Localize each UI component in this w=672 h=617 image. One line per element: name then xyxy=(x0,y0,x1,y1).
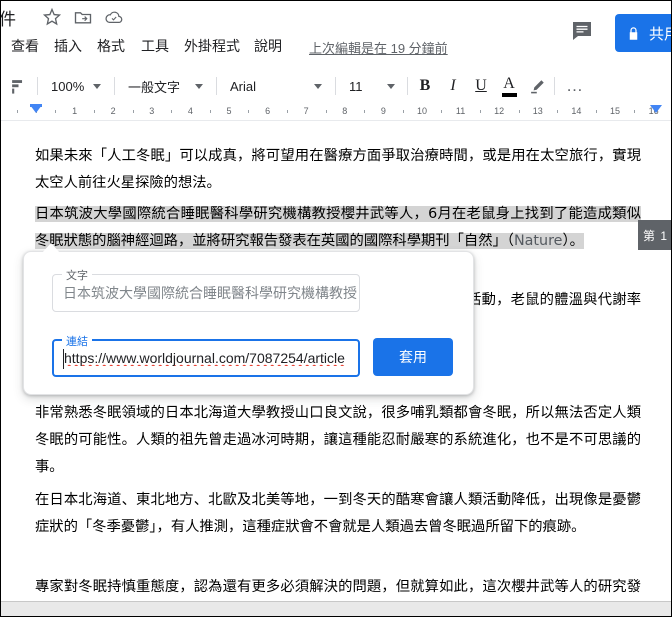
italic-label: I xyxy=(450,77,456,94)
ruler-number: 6 xyxy=(265,106,271,116)
ruler-tick xyxy=(634,110,636,113)
menu-bar: 查看 插入 格式 工具 外掛程式 說明 上次編輯是在 19 分鐘前 xyxy=(1,35,671,61)
move-to-folder-icon[interactable] xyxy=(73,7,93,27)
ruler-tick xyxy=(441,110,443,113)
formatting-toolbar: 100% 一般文字 Arial 11 B I U A … xyxy=(1,69,671,103)
paragraph-6[interactable]: 專家對冬眠持慎重態度，認為還有更多必須解決的問題，但就算如此，這次櫻井武等人的研… xyxy=(35,574,641,601)
font-size-value: 11 xyxy=(349,78,363,94)
ruler-number: 3 xyxy=(149,106,155,116)
ruler-number: 12 xyxy=(494,106,505,116)
ruler-number: 15 xyxy=(609,106,621,116)
ruler-tick xyxy=(518,110,520,113)
bold-label: B xyxy=(419,77,431,94)
paragraph-style-value: 一般文字 xyxy=(128,79,181,95)
ruler-number: 14 xyxy=(571,106,582,116)
ruler-number: 4 xyxy=(187,106,193,116)
paragraph-style-selector[interactable]: 一般文字 xyxy=(122,69,209,103)
underline-button[interactable]: U xyxy=(469,69,493,103)
paragraph-2-link-nature[interactable]: Nature xyxy=(513,233,563,250)
paint-format-icon[interactable] xyxy=(5,69,31,103)
text-color-button[interactable]: A xyxy=(497,69,521,103)
underline-label: U xyxy=(475,77,487,94)
ruler-tick xyxy=(364,110,366,113)
menu-item-help[interactable]: 說明 xyxy=(254,36,282,56)
ruler-tick xyxy=(171,110,173,113)
toolbar-divider xyxy=(554,77,555,95)
ruler-number: 5 xyxy=(226,106,232,116)
highlight-pen-icon[interactable] xyxy=(525,69,549,103)
star-icon[interactable] xyxy=(42,7,62,27)
zoom-selector[interactable]: 100% xyxy=(45,69,107,103)
chevron-down-icon xyxy=(387,83,395,89)
ruler-number: 2 xyxy=(110,106,116,116)
menu-item-insert[interactable]: 插入 xyxy=(54,36,82,56)
ruler-number: 7 xyxy=(303,106,309,116)
ruler-tick xyxy=(286,110,288,113)
link-url-field-label: 連結 xyxy=(62,333,92,349)
apply-button[interactable]: 套用 xyxy=(373,338,453,376)
ruler-number: 8 xyxy=(342,106,348,116)
chevron-down-icon xyxy=(93,83,101,89)
link-text-field[interactable]: 文字 日本筑波大學國際統合睡眠醫科學研究機構教授 xyxy=(52,267,360,312)
more-options-button[interactable]: … xyxy=(562,69,588,103)
font-family-selector[interactable]: Arial xyxy=(224,69,328,103)
toolbar-divider xyxy=(216,77,217,95)
ruler-tick xyxy=(557,110,559,113)
paragraph-2-text-b: ）。 xyxy=(562,233,584,250)
menu-item-addons[interactable]: 外掛程式 xyxy=(184,36,240,56)
google-docs-window: 件 共 查看 插入 格式 工具 外掛程式 說明 上次編輯是在 19 分鐘前 10… xyxy=(0,0,672,617)
link-url-field-value: https://www.worldjournal.com/7087254/art… xyxy=(64,350,345,366)
toolbar-divider xyxy=(407,77,408,95)
ruler-number: 11 xyxy=(455,106,466,116)
ruler[interactable]: 1 2 3 4 5 6 7 8 9 10 11 12 13 14 15 16 xyxy=(1,103,671,121)
left-indent-bar xyxy=(30,104,42,107)
ruler-number: 1 xyxy=(72,106,78,116)
ruler-tick xyxy=(325,110,327,113)
bold-button[interactable]: B xyxy=(413,69,437,103)
ruler-tick xyxy=(479,110,481,113)
toolbar-divider xyxy=(37,77,38,95)
font-size-selector[interactable]: 11 xyxy=(343,69,401,103)
font-family-value: Arial xyxy=(230,78,257,94)
menu-item-tools[interactable]: 工具 xyxy=(141,36,169,56)
italic-button[interactable]: I xyxy=(441,69,465,103)
ruler-number: 9 xyxy=(380,106,386,116)
link-text-field-value: 日本筑波大學國際統合睡眠醫科學研究機構教授 xyxy=(63,286,357,302)
paragraph-4[interactable]: 非常熟悉冬眠領域的日本北海道大學教授山口良文說，很多哺乳類都會冬眠，所以無法否定… xyxy=(35,400,641,481)
last-edit-link[interactable]: 上次編輯是在 19 分鐘前 xyxy=(309,38,448,57)
toolbar-divider xyxy=(335,77,336,95)
ruler-tick xyxy=(248,110,250,113)
ruler-tick xyxy=(402,110,404,113)
right-indent-marker[interactable] xyxy=(650,105,662,113)
text-color-label: A xyxy=(503,74,515,92)
status-bar xyxy=(1,601,671,616)
document-title[interactable]: 件 xyxy=(1,5,16,30)
paragraph-1[interactable]: 如果未來「人工冬眠」可以成真，將可望用在醫療方面爭取治療時間，或是用在太空旅行，… xyxy=(35,143,641,197)
ruler-tick xyxy=(595,110,597,113)
text-color-swatch xyxy=(501,92,517,97)
ruler-tick xyxy=(132,110,134,113)
paragraph-2-selected[interactable]: 日本筑波大學國際統合睡眠醫科學研究機構教授櫻井武等人，6月在老鼠身上找到了能造成… xyxy=(35,201,641,255)
link-text-field-label: 文字 xyxy=(62,267,92,283)
paragraph-5[interactable]: 在日本北海道、東北地方、北歐及北美等地，一到冬天的酷寒會讓人類活動降低，出現像是… xyxy=(35,487,641,541)
page-number-badge: 第 1 xyxy=(638,220,671,250)
title-bar: 件 共 xyxy=(1,1,671,52)
toolbar-divider xyxy=(114,77,115,95)
chevron-down-icon xyxy=(314,83,322,89)
zoom-value: 100% xyxy=(51,78,85,94)
link-url-field[interactable]: 連結 https://www.worldjournal.com/7087254/… xyxy=(52,333,360,377)
ruler-number: 13 xyxy=(532,106,543,116)
menu-item-format[interactable]: 格式 xyxy=(97,36,125,56)
ruler-tick xyxy=(209,110,211,113)
ruler-number: 10 xyxy=(416,106,428,116)
ruler-tick xyxy=(55,110,57,113)
cloud-check-icon[interactable] xyxy=(104,7,124,27)
ruler-tick xyxy=(16,110,18,113)
menu-item-view[interactable]: 查看 xyxy=(11,36,39,56)
more-options-label: … xyxy=(566,76,584,95)
chevron-down-icon xyxy=(195,83,203,89)
ruler-tick xyxy=(93,110,95,113)
